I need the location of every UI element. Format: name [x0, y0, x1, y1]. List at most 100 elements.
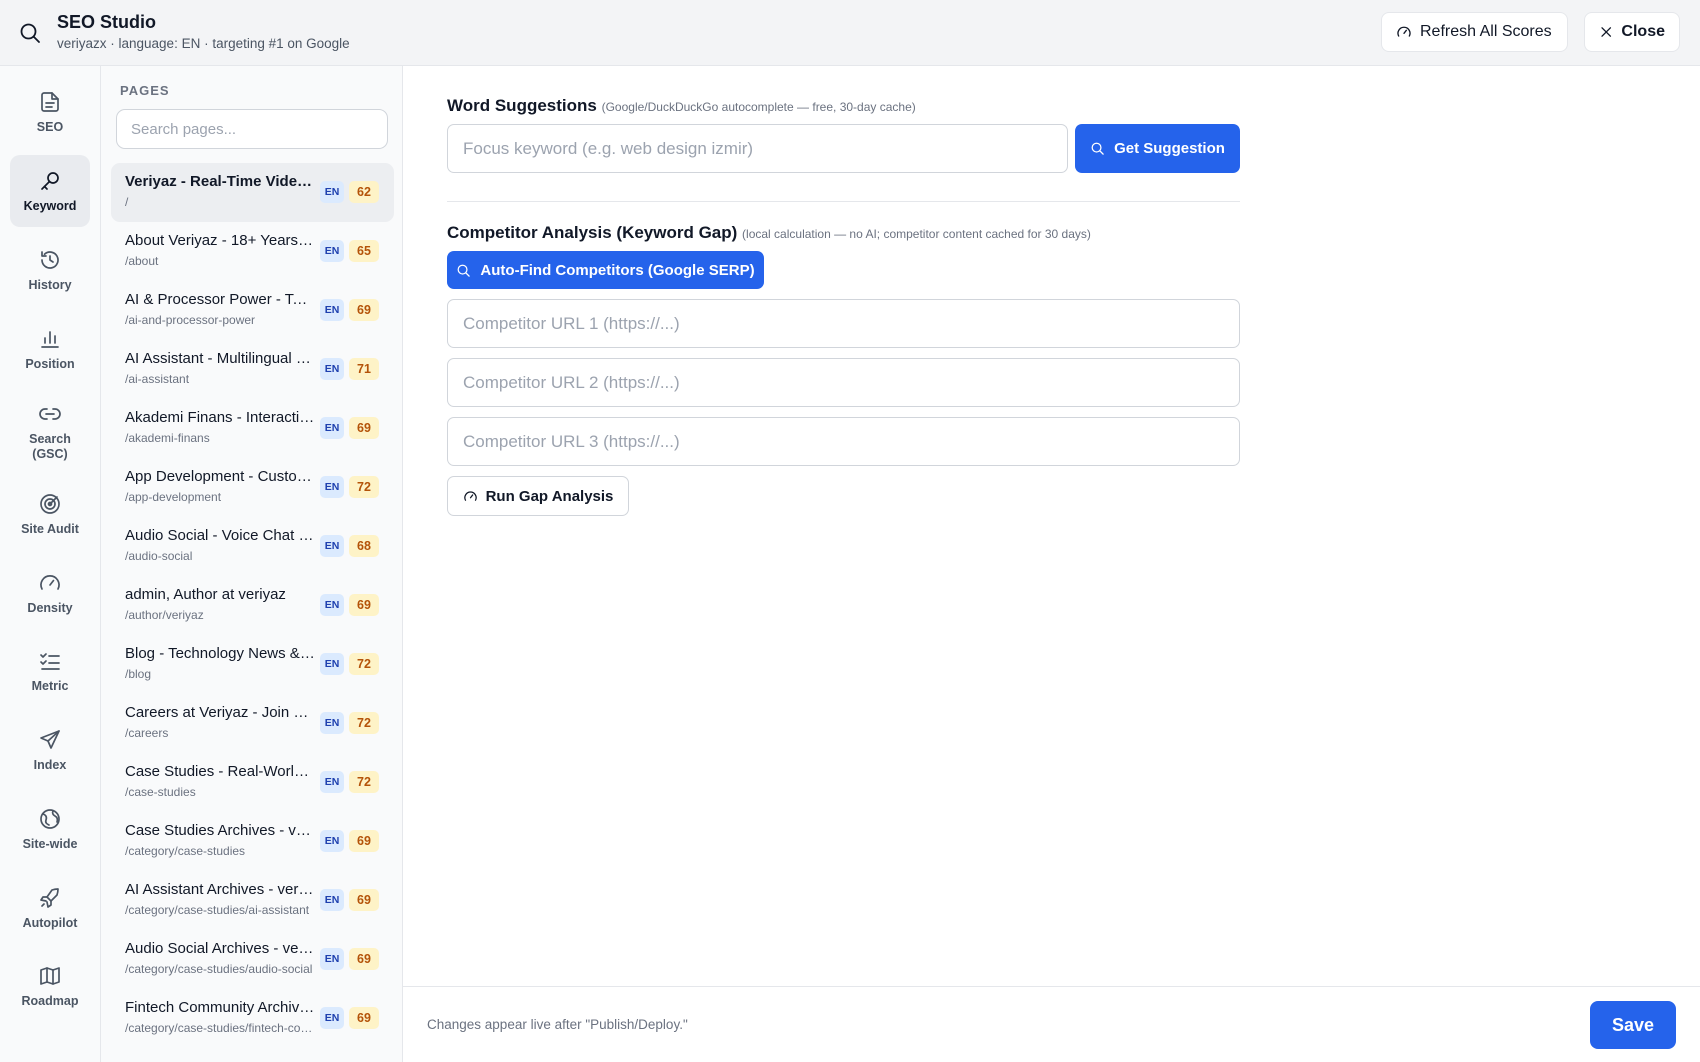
word-suggestions-note: (Google/DuckDuckGo autocomplete — free, … — [601, 100, 916, 114]
page-path: /category/case-studies/ai-assistant — [125, 903, 310, 917]
rail-item-label: Autopilot — [22, 915, 78, 930]
rail-item-keyword[interactable]: Keyword — [10, 155, 90, 227]
score-badge: 62 — [349, 181, 379, 203]
globe-icon — [40, 808, 60, 829]
page-list-item[interactable]: AI Assistant Archives - veriyaz /categor… — [111, 871, 394, 930]
page-list-item[interactable]: About Veriyaz - 18+ Years of Experience … — [111, 222, 394, 281]
gauge-icon — [463, 490, 477, 501]
word-suggestions-title: Word Suggestions — [447, 96, 597, 115]
map-icon — [40, 966, 60, 985]
page-list-item[interactable]: Case Studies - Real-World Projects /case… — [111, 753, 394, 812]
rail-item-site-wide[interactable]: Site-wide — [10, 793, 90, 865]
get-suggestion-button[interactable]: Get Suggestion — [1075, 124, 1240, 173]
rail-item-position[interactable]: Position — [10, 313, 90, 385]
page-list-item[interactable]: AI Assistant - Multilingual Support /ai-… — [111, 340, 394, 399]
page-list-item[interactable]: App Development - Custom Solutions /app-… — [111, 458, 394, 517]
rail-item-history[interactable]: History — [10, 234, 90, 306]
search-icon — [1091, 142, 1104, 155]
section-divider — [447, 201, 1240, 202]
language-badge: EN — [320, 240, 344, 262]
page-title: Akademi Finans - Interactive Platform — [125, 409, 315, 426]
rail-item-label: Position — [25, 356, 75, 371]
focus-keyword-input[interactable] — [447, 124, 1068, 173]
competitor-url-2-input[interactable] — [447, 358, 1240, 407]
score-badge: 69 — [349, 889, 379, 911]
page-list-item[interactable]: admin, Author at veriyaz /author/veriyaz… — [111, 576, 394, 635]
language-badge: EN — [320, 594, 344, 616]
publish-hint: Changes appear live after "Publish/Deplo… — [427, 1017, 688, 1032]
get-suggestion-label: Get Suggestion — [1114, 140, 1225, 157]
search-icon — [20, 23, 40, 43]
competitor-url-1-input[interactable] — [447, 299, 1240, 348]
page-list-item[interactable]: Veriyaz - Real-Time Video and Audio Solu… — [111, 163, 394, 222]
gauge-icon — [40, 574, 60, 590]
run-gap-analysis-button[interactable]: Run Gap Analysis — [447, 476, 629, 516]
rail-item-site-audit[interactable]: Site Audit — [10, 478, 90, 550]
page-title: AI Assistant - Multilingual Support — [125, 350, 315, 367]
rail-item-autopilot[interactable]: Autopilot — [10, 872, 90, 944]
refresh-all-scores-button[interactable]: Refresh All Scores — [1381, 12, 1568, 52]
rail-item-label: Roadmap — [21, 993, 79, 1008]
page-path: /case-studies — [125, 785, 196, 799]
language-badge: EN — [320, 299, 344, 321]
run-gap-analysis-label: Run Gap Analysis — [485, 487, 614, 505]
close-button[interactable]: Close — [1584, 12, 1680, 52]
page-title: Audio Social Archives - veriyaz — [125, 940, 315, 957]
page-path: / — [125, 195, 129, 209]
rail-item-label: Site Audit — [21, 521, 79, 536]
page-list-item[interactable]: Fintech Community Archives - veriyaz /ca… — [111, 989, 394, 1048]
rail-item-index[interactable]: Index — [10, 714, 90, 786]
page-list-item[interactable]: AI & Processor Power - Technology /ai-an… — [111, 281, 394, 340]
save-button[interactable]: Save — [1590, 1001, 1676, 1049]
page-title: About Veriyaz - 18+ Years of Experience — [125, 232, 315, 249]
language-badge: EN — [320, 358, 344, 380]
auto-find-competitors-button[interactable]: Auto-Find Competitors (Google SERP) — [447, 251, 764, 289]
page-title: admin, Author at veriyaz — [125, 586, 286, 603]
language-badge: EN — [320, 181, 344, 203]
refresh-all-scores-label: Refresh All Scores — [1420, 23, 1552, 40]
page-title: Case Studies Archives - veriyaz — [125, 822, 315, 839]
language-badge: EN — [320, 830, 344, 852]
rail-item-metric[interactable]: Metric — [10, 635, 90, 707]
rail-item-density[interactable]: Density — [10, 557, 90, 629]
language-badge: EN — [320, 948, 344, 970]
page-list-item[interactable]: Blog - Technology News & Insights /blog … — [111, 635, 394, 694]
page-list-item[interactable]: Case Studies Archives - veriyaz /categor… — [111, 812, 394, 871]
pages-heading: PAGES — [120, 83, 170, 98]
rail-item-search-gsc[interactable]: Search (GSC) — [10, 392, 90, 472]
page-path: /ai-assistant — [125, 372, 190, 386]
history-icon — [41, 250, 59, 269]
page-list-item[interactable]: Audio Social Archives - veriyaz /categor… — [111, 930, 394, 989]
score-badge: 69 — [349, 948, 379, 970]
score-badge: 69 — [349, 299, 379, 321]
rail-item-seo[interactable]: SEO — [10, 76, 90, 148]
language-badge: EN — [320, 712, 344, 734]
language-badge: EN — [320, 535, 344, 557]
rocket-icon — [40, 887, 59, 908]
link-icon — [39, 408, 61, 420]
page-path: /blog — [125, 667, 152, 681]
page-path: /ai-and-processor-power — [125, 313, 256, 327]
page-title: Blog - Technology News & Insights — [125, 645, 315, 662]
competitor-analysis-note: (local calculation — no AI; competitor c… — [742, 227, 1091, 241]
language-badge: EN — [320, 417, 344, 439]
score-badge: 71 — [349, 358, 379, 380]
rail-item-roadmap[interactable]: Roadmap — [10, 950, 90, 1022]
checklist-icon — [40, 652, 60, 670]
page-list-item[interactable]: Audio Social - Voice Chat Platform /audi… — [111, 517, 394, 576]
score-badge: 72 — [349, 771, 379, 793]
page-title: AI & Processor Power - Technology — [125, 291, 315, 308]
score-badge: 65 — [349, 240, 379, 262]
page-list-item[interactable]: Careers at Veriyaz - Join Our Team /care… — [111, 694, 394, 753]
search-pages-input[interactable] — [116, 109, 388, 149]
page-list-item[interactable]: Akademi Finans - Interactive Platform /a… — [111, 399, 394, 458]
tool-rail: SEO Keyword History Position Search (GSC… — [0, 66, 101, 1062]
competitor-analysis-title: Competitor Analysis (Keyword Gap) — [447, 223, 738, 242]
rail-item-label: Site-wide — [22, 836, 78, 851]
score-badge: 72 — [349, 712, 379, 734]
competitor-url-3-input[interactable] — [447, 417, 1240, 466]
app-title: SEO Studio — [57, 12, 156, 32]
page-path: /author/veriyaz — [125, 608, 204, 622]
rail-item-label: Density — [27, 600, 73, 615]
document-icon — [41, 91, 59, 112]
